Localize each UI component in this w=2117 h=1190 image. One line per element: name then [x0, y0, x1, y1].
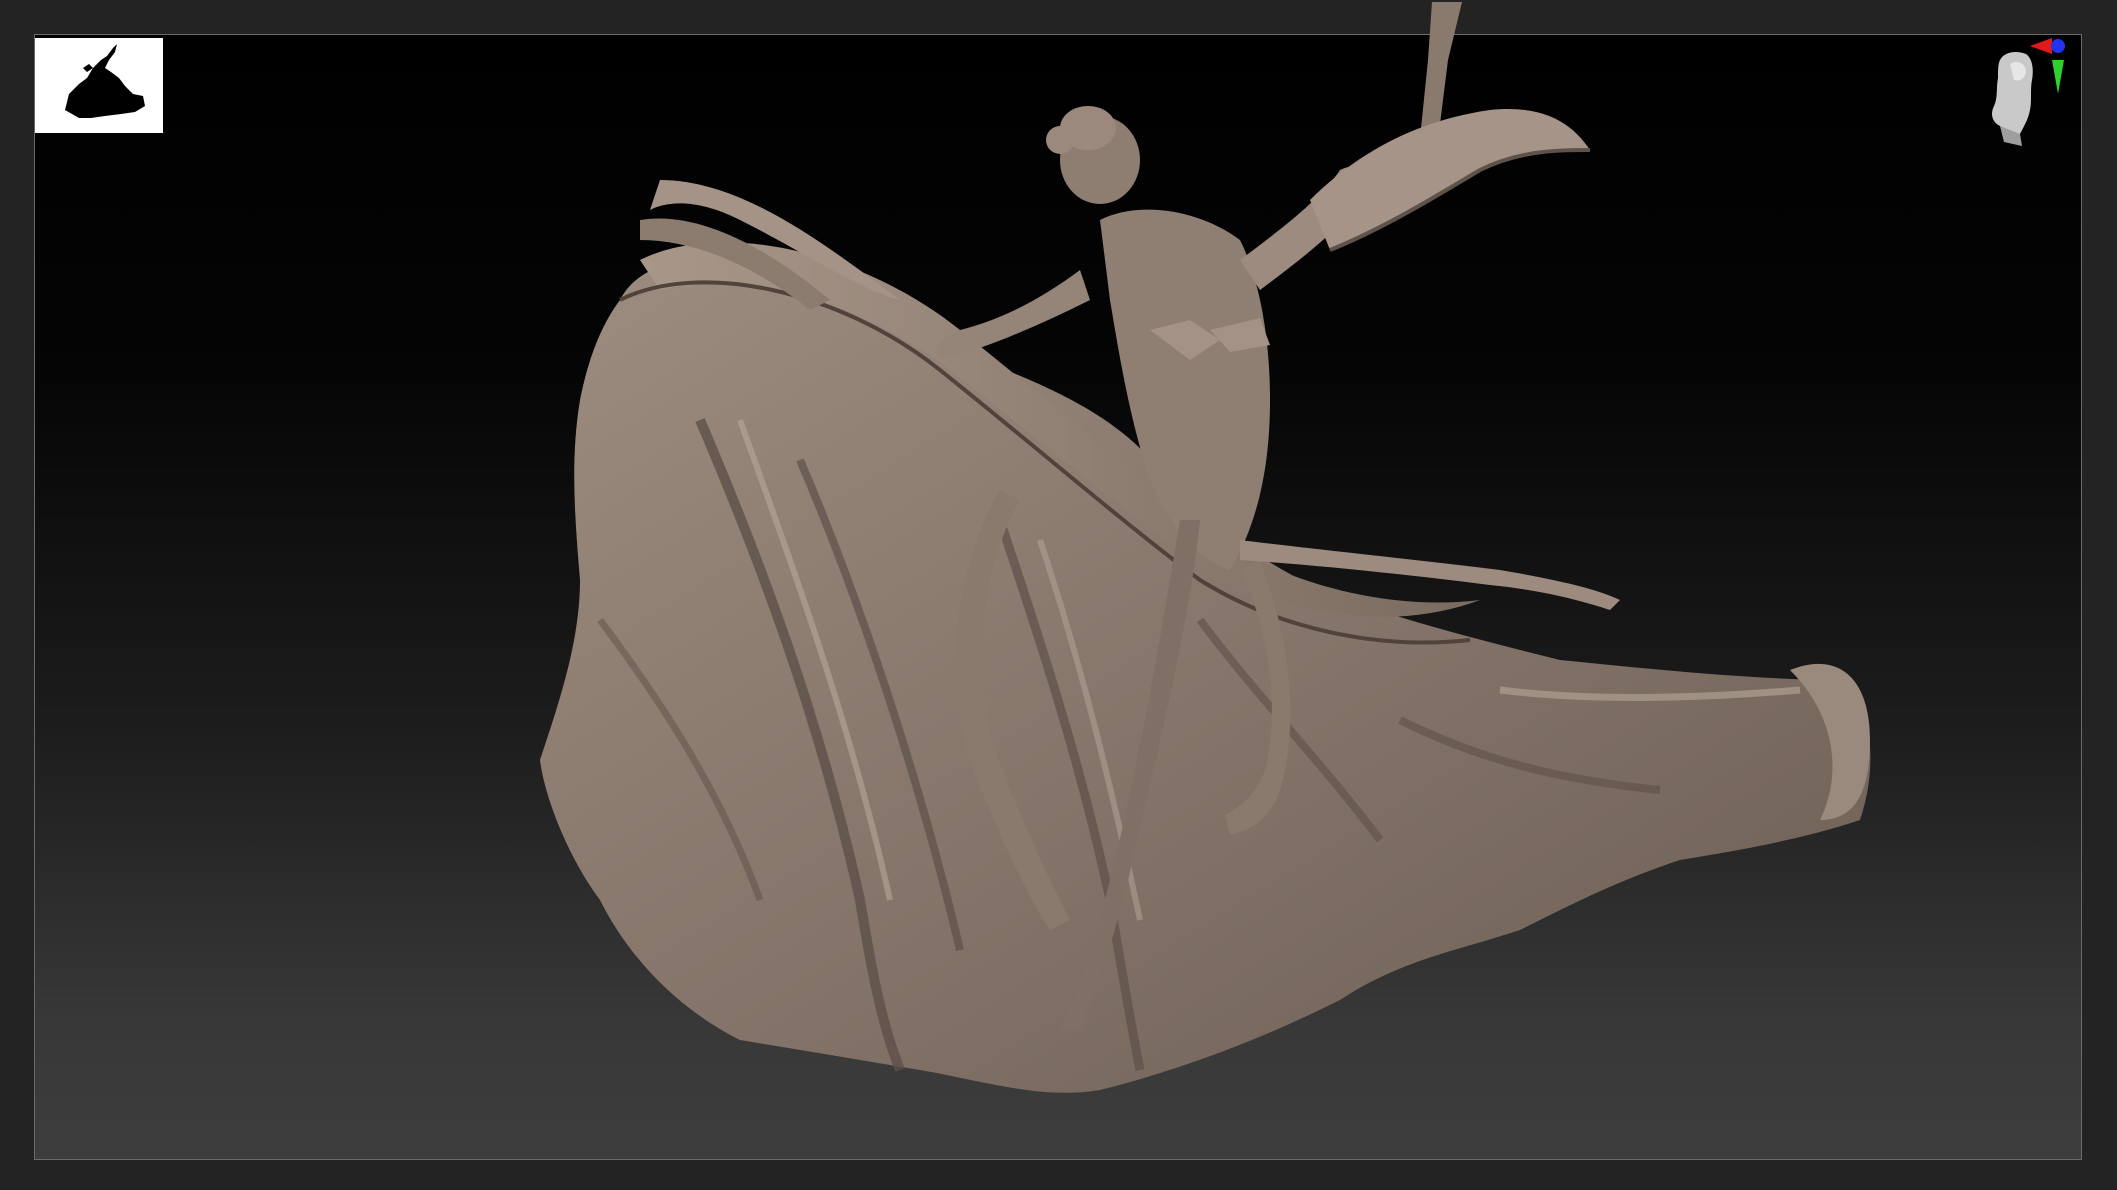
z-axis-dot [2051, 39, 2065, 53]
y-axis-arrow [2052, 60, 2064, 94]
silhouette-thumbnail[interactable] [35, 38, 163, 133]
head-orientation-gizmo-icon[interactable] [1960, 30, 2080, 170]
sculpt-model-figure[interactable] [0, 0, 2117, 1190]
flowing-scarf [1310, 109, 1590, 251]
silhouette-thumbnail-icon [65, 44, 145, 118]
x-axis-arrow [2030, 38, 2052, 54]
zbrush-canvas-window [0, 0, 2117, 1190]
